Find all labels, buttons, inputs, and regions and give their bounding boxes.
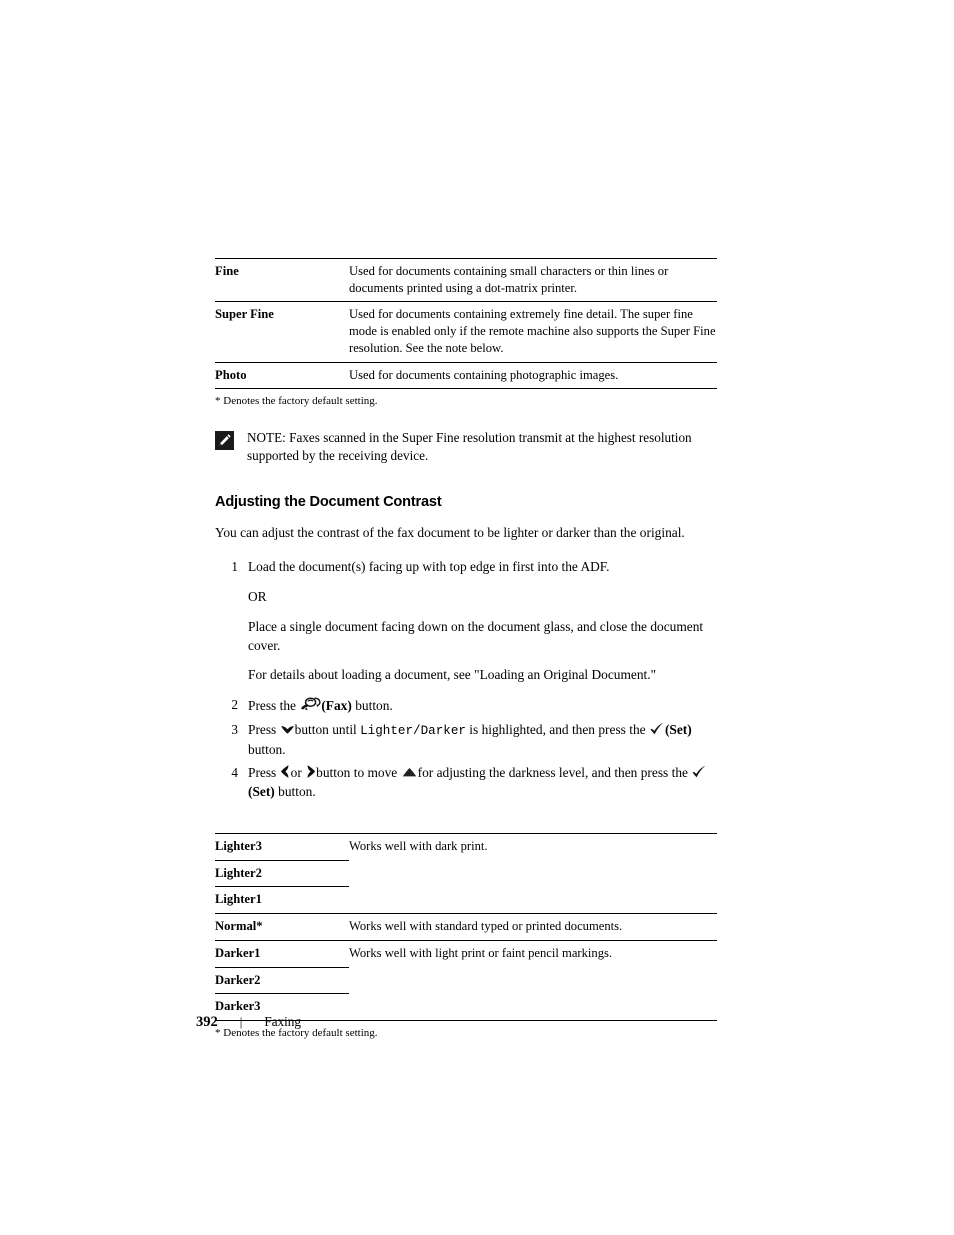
row-term: Photo xyxy=(215,367,247,382)
footer-section-title: Faxing xyxy=(264,1014,301,1029)
table-row: Darker1 Works well with light print or f… xyxy=(215,940,717,968)
page-content: Fine Used for documents containing small… xyxy=(215,258,717,1040)
table-row: Photo Used for documents containing phot… xyxy=(215,362,717,389)
check-set-icon xyxy=(649,722,665,736)
step-paragraph: Place a single document facing down on t… xyxy=(248,618,704,653)
note-text: NOTE: Faxes scanned in the Super Fine re… xyxy=(247,429,717,465)
list-item: 3 Press button until Lighter/Darker is h… xyxy=(215,721,717,759)
step-paragraph: Press button until Lighter/Darker is hig… xyxy=(248,721,717,759)
row-term: Darker1 xyxy=(215,940,349,968)
list-item: 4 Press or button to move for adjusting … xyxy=(215,764,717,802)
step-text: button. xyxy=(355,698,393,714)
row-description: Works well with standard typed or printe… xyxy=(349,919,623,934)
intro-paragraph: You can adjust the contrast of the fax d… xyxy=(215,524,685,540)
chevron-right-icon xyxy=(305,764,316,779)
note-pencil-icon xyxy=(215,430,234,450)
step-text: Press the xyxy=(248,698,296,714)
step-text: button until xyxy=(294,721,357,737)
section-heading: Adjusting the Document Contrast xyxy=(215,493,442,510)
check-set-icon xyxy=(691,765,707,779)
page-footer: 392 | Faxing xyxy=(196,1014,301,1031)
table-row: Normal* Works well with standard typed o… xyxy=(215,913,717,941)
step-bold-label: (Set) xyxy=(664,721,692,737)
table-row: Super Fine Used for documents containing… xyxy=(215,301,717,362)
step-text: button. xyxy=(278,784,316,800)
table-row: Fine Used for documents containing small… xyxy=(215,258,717,302)
row-term: Lighter1 xyxy=(215,892,262,907)
row-term: Darker2 xyxy=(215,967,349,995)
resolution-table: Fine Used for documents containing small… xyxy=(215,258,717,389)
step-text: Press xyxy=(248,721,277,737)
chevron-left-icon xyxy=(280,764,291,779)
step-paragraph: Press the (Fax) button. xyxy=(248,696,717,716)
step-text: or xyxy=(290,765,302,781)
document-page: Fine Used for documents containing small… xyxy=(0,0,954,1235)
step-bold-label: (Set) xyxy=(248,784,275,800)
step-text: button. xyxy=(248,741,286,757)
step-paragraph-reference: For details about loading a document, se… xyxy=(248,667,657,683)
chevron-down-icon xyxy=(280,723,295,736)
row-term: Fine xyxy=(215,264,239,278)
resolution-table-footnote: * Denotes the factory default setting. xyxy=(215,395,378,408)
footer-page-number: 392 xyxy=(196,1014,218,1030)
table-row: Lighter3 Works well with dark print. xyxy=(215,833,717,861)
step-mono-text: Lighter/Darker xyxy=(360,723,466,738)
step-text: for adjusting the darkness level, and th… xyxy=(417,765,688,781)
row-term: Lighter3 xyxy=(215,833,349,861)
step-number: 3 xyxy=(231,721,238,737)
row-term: Normal* xyxy=(215,919,263,934)
triangle-up-icon xyxy=(401,766,418,779)
list-item: 2 Press the (Fax) button. xyxy=(215,696,717,716)
row-description: Used for documents containing photograph… xyxy=(349,367,619,382)
step-number: 2 xyxy=(231,697,238,713)
step-text: Press xyxy=(248,765,277,781)
step-number: 4 xyxy=(231,765,238,781)
row-description: Used for documents containing extremely … xyxy=(349,307,716,355)
step-paragraph-or: OR xyxy=(248,589,267,605)
row-term: Lighter2 xyxy=(215,860,349,888)
step-paragraph: Press or button to move for adjusting th… xyxy=(248,764,717,802)
row-description: Works well with dark print. xyxy=(349,838,488,853)
step-text: is highlighted, and then press the xyxy=(469,721,646,737)
row-term: Super Fine xyxy=(215,307,274,322)
contrast-table: Lighter3 Works well with dark print. Lig… xyxy=(215,833,717,1021)
note-body: Faxes scanned in the Super Fine resoluti… xyxy=(247,429,692,463)
step-number: 1 xyxy=(231,559,238,575)
step-list: 1 Load the document(s) facing up with to… xyxy=(215,558,717,802)
row-description: Works well with light print or faint pen… xyxy=(349,945,613,960)
note-label: NOTE: xyxy=(247,429,286,445)
step-paragraph: Load the document(s) facing up with top … xyxy=(248,559,610,575)
fax-icon xyxy=(299,696,321,712)
note-callout: NOTE: Faxes scanned in the Super Fine re… xyxy=(215,429,717,465)
step-text: button to move xyxy=(316,765,398,781)
footer-divider: | xyxy=(239,1014,243,1029)
list-item: 1 Load the document(s) facing up with to… xyxy=(215,558,717,685)
row-description: Used for documents containing small char… xyxy=(349,264,669,295)
step-bold-label: (Fax) xyxy=(321,698,352,714)
